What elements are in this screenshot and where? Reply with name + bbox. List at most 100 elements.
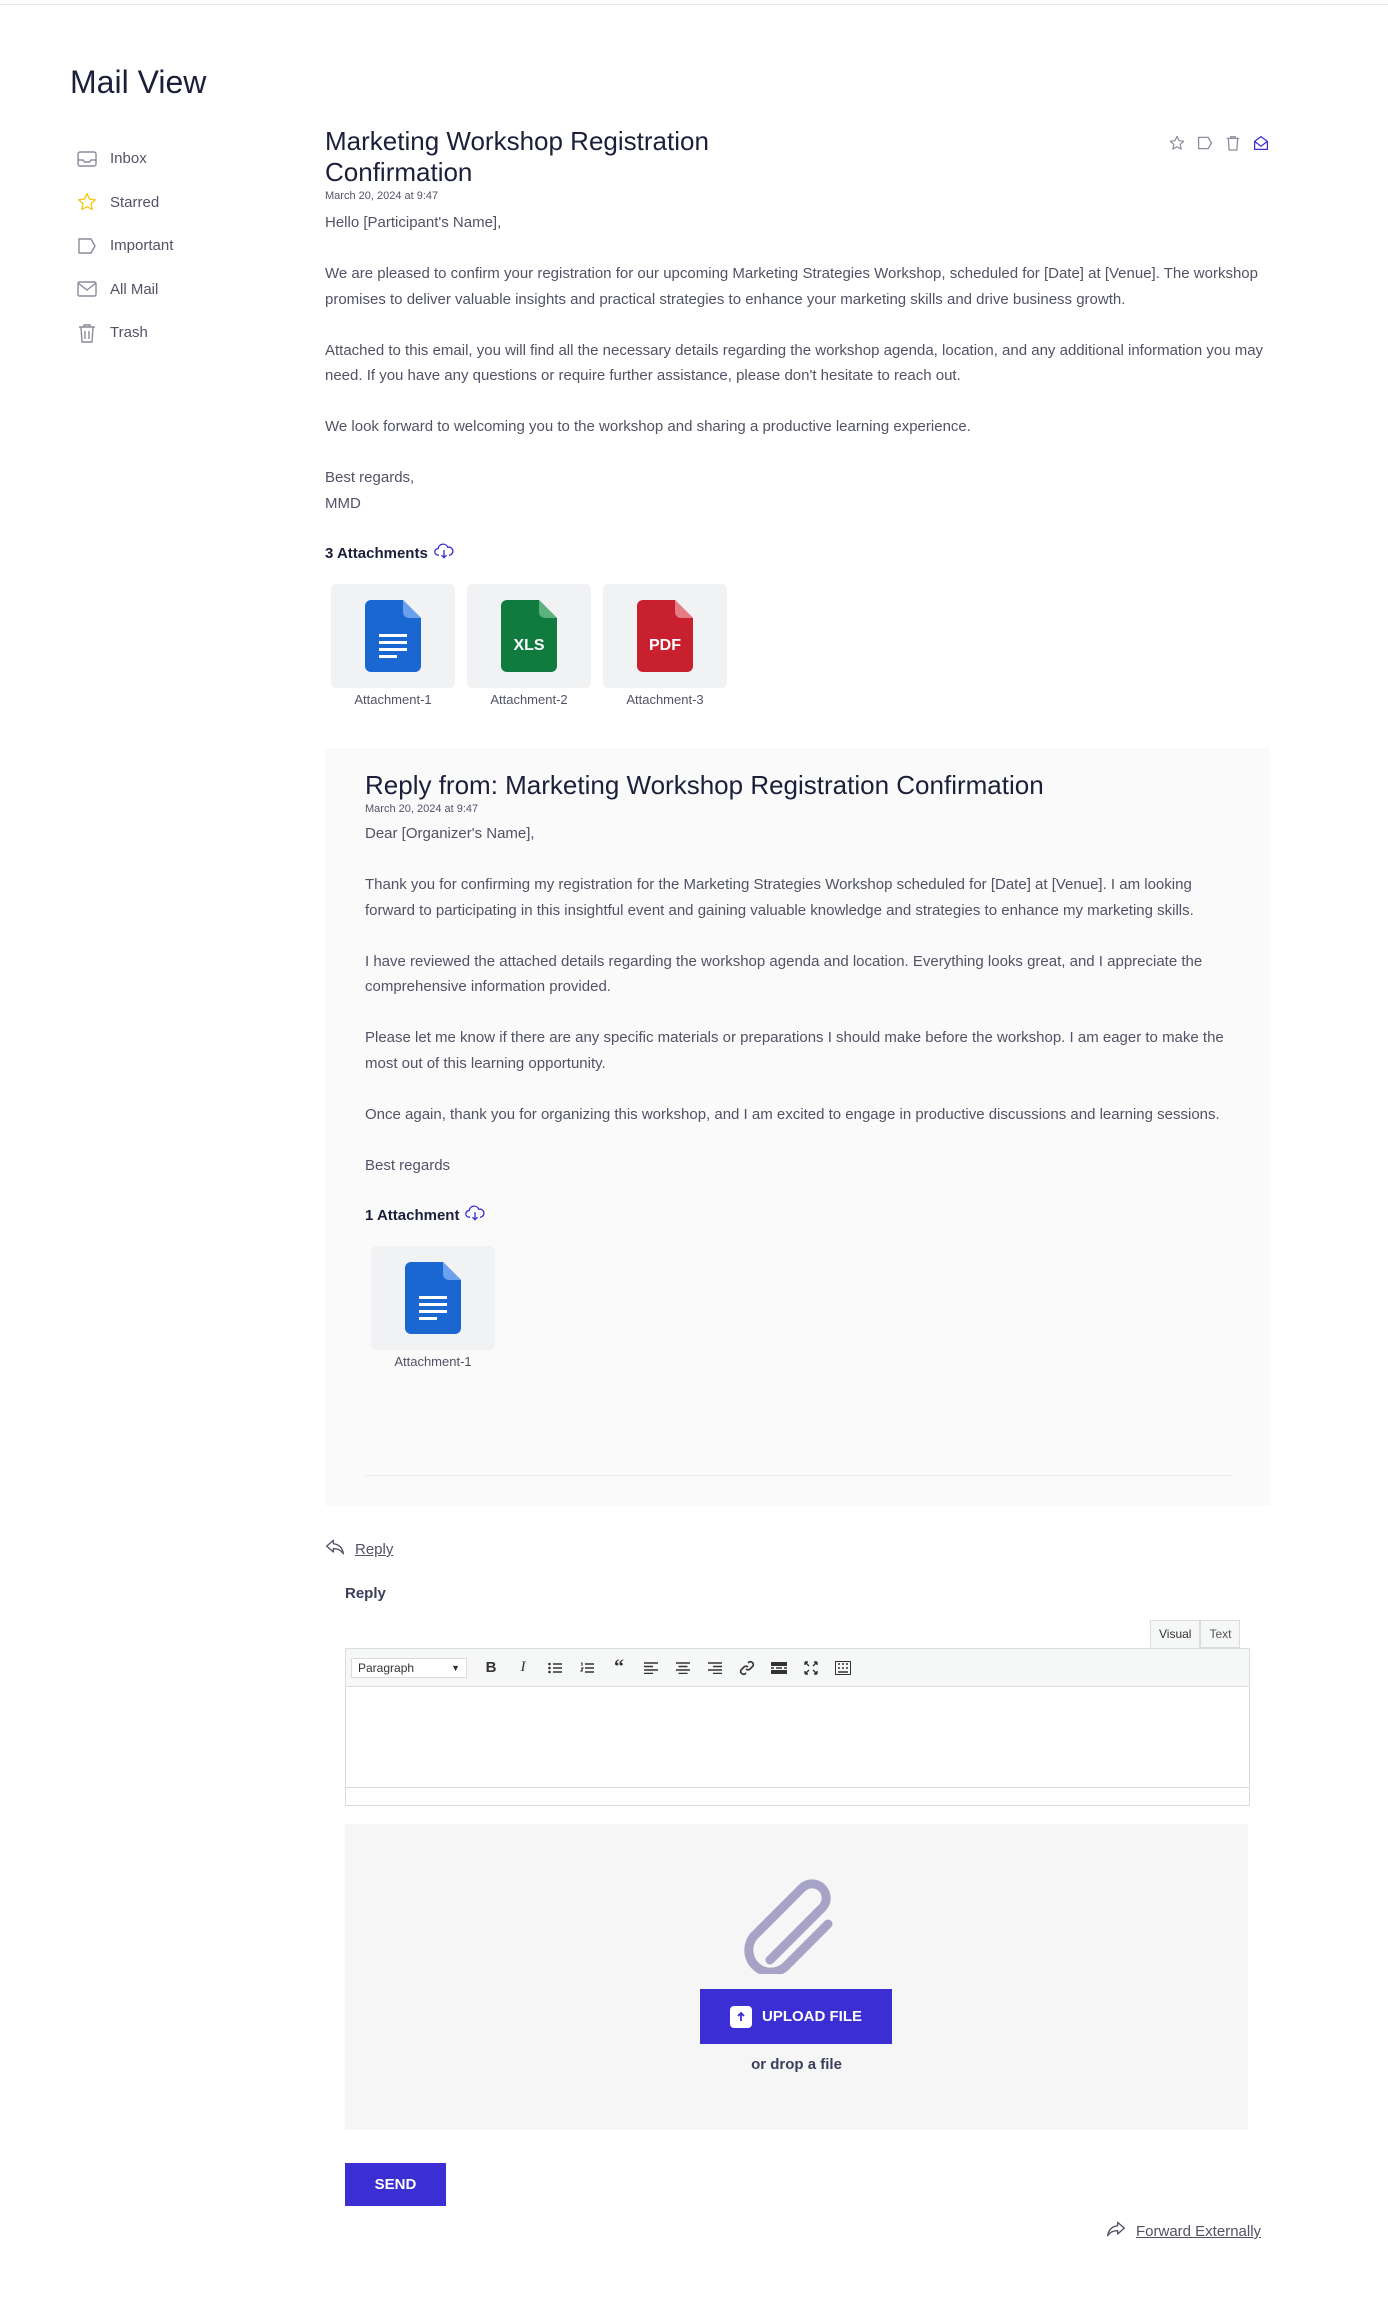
bookmark-icon bbox=[76, 235, 98, 257]
attachments-list: Attachment-1 XLS Attachment-2 PDF Attach… bbox=[331, 584, 1270, 707]
reply-paragraph: I have reviewed the attached details reg… bbox=[365, 952, 1203, 996]
numbered-list-icon[interactable] bbox=[573, 1656, 601, 1680]
link-icon[interactable] bbox=[733, 1656, 761, 1680]
reply-paragraph: Please let me know if there are any spec… bbox=[365, 1029, 1224, 1072]
upload-file-button[interactable]: UPLOAD FILE bbox=[700, 1989, 892, 2044]
reply-body: Dear [Organizer's Name], Thank you for c… bbox=[365, 821, 1245, 1178]
attachment-item[interactable]: Attachment-1 bbox=[331, 584, 455, 707]
attachment-name: Attachment-1 bbox=[394, 1354, 472, 1369]
sidebar-item-label: Starred bbox=[110, 193, 160, 211]
bold-button[interactable]: B bbox=[477, 1656, 505, 1680]
reply-icon bbox=[325, 1538, 345, 1561]
reply-divider bbox=[365, 1475, 1233, 1476]
reply-paragraph: Once again, thank you for organizing thi… bbox=[365, 1105, 1220, 1123]
doc-file-icon bbox=[331, 584, 455, 688]
sidebar-item-inbox[interactable]: Inbox bbox=[76, 137, 276, 181]
reply-attachments-list: Attachment-1 bbox=[371, 1246, 1245, 1369]
attachments-count: 1 Attachment bbox=[365, 1206, 460, 1224]
bookmark-icon[interactable] bbox=[1196, 134, 1214, 152]
attachment-item[interactable]: XLS Attachment-2 bbox=[467, 584, 591, 707]
sidebar-item-label: All Mail bbox=[110, 280, 159, 298]
read-more-icon[interactable] bbox=[765, 1656, 793, 1680]
mail-actions bbox=[1168, 134, 1270, 152]
chevron-down-icon: ▼ bbox=[451, 1662, 460, 1673]
mail-sidebar: Inbox Starred Important All Mail Trash bbox=[76, 137, 276, 355]
upload-dropzone[interactable]: UPLOAD FILE or drop a file bbox=[345, 1824, 1248, 2130]
sidebar-item-label: Important bbox=[110, 237, 174, 255]
mail-content: Marketing Workshop Registration Confirma… bbox=[325, 126, 1270, 707]
attachment-name: Attachment-3 bbox=[626, 692, 704, 707]
mail-closing: Best regards, bbox=[325, 469, 415, 486]
xls-file-icon: XLS bbox=[467, 584, 591, 688]
align-center-icon[interactable] bbox=[669, 1656, 697, 1680]
reply-editor: Paragraph ▼ B I “ bbox=[345, 1648, 1250, 1806]
download-all-icon[interactable] bbox=[465, 1204, 485, 1226]
paperclip-icon bbox=[740, 1874, 850, 1979]
attachments-header: 3 Attachments bbox=[325, 542, 1270, 564]
format-select[interactable]: Paragraph ▼ bbox=[351, 1657, 467, 1678]
doc-file-icon bbox=[371, 1246, 495, 1350]
mail-icon bbox=[76, 278, 98, 300]
star-icon[interactable] bbox=[1168, 134, 1186, 152]
mail-subject: Marketing Workshop Registration Confirma… bbox=[325, 126, 709, 187]
reply-thread: Reply from: Marketing Workshop Registrat… bbox=[325, 748, 1270, 1506]
editor-tabs: Visual Text bbox=[1150, 1620, 1241, 1648]
xls-badge: XLS bbox=[513, 637, 544, 654]
editor-textarea[interactable] bbox=[346, 1687, 1249, 1788]
upload-icon bbox=[730, 2005, 752, 2028]
mark-read-icon[interactable] bbox=[1252, 134, 1270, 152]
reply-date: March 20, 2024 at 9:47 bbox=[365, 803, 479, 815]
sidebar-item-label: Trash bbox=[110, 324, 148, 342]
bullet-list-icon[interactable] bbox=[541, 1656, 569, 1680]
sidebar-item-label: Inbox bbox=[110, 150, 147, 168]
toolbar-toggle-icon[interactable] bbox=[829, 1656, 857, 1680]
forward-externally-link[interactable]: Forward Externally bbox=[1106, 2220, 1261, 2243]
reply-section-label: Reply bbox=[345, 1585, 386, 1602]
format-select-value: Paragraph bbox=[358, 1660, 415, 1675]
forward-icon bbox=[1106, 2220, 1126, 2243]
reply-greeting: Dear [Organizer's Name], bbox=[365, 825, 535, 842]
reply-paragraph: Thank you for confirming my registration… bbox=[365, 876, 1194, 919]
blockquote-icon[interactable]: “ bbox=[605, 1656, 633, 1680]
page-title: Mail View bbox=[70, 64, 207, 100]
align-left-icon[interactable] bbox=[637, 1656, 665, 1680]
mail-greeting: Hello [Participant's Name], bbox=[325, 214, 502, 231]
align-right-icon[interactable] bbox=[701, 1656, 729, 1680]
mail-date: March 20, 2024 at 9:47 bbox=[325, 190, 439, 202]
forward-label: Forward Externally bbox=[1136, 2223, 1262, 2240]
sidebar-item-important[interactable]: Important bbox=[76, 224, 276, 268]
italic-button[interactable]: I bbox=[509, 1656, 537, 1680]
reply-link[interactable]: Reply bbox=[325, 1538, 393, 1561]
send-button[interactable]: SEND bbox=[345, 2163, 446, 2206]
trash-icon bbox=[76, 322, 98, 344]
download-all-icon[interactable] bbox=[434, 542, 454, 564]
reply-link-label: Reply bbox=[355, 1541, 394, 1558]
attachment-item[interactable]: Attachment-1 bbox=[371, 1246, 495, 1369]
trash-icon[interactable] bbox=[1224, 134, 1242, 152]
pdf-badge: PDF bbox=[649, 637, 681, 654]
sidebar-item-starred[interactable]: Starred bbox=[76, 181, 276, 225]
mail-signature: MMD bbox=[325, 494, 361, 512]
attachments-count: 3 Attachments bbox=[325, 544, 428, 562]
drop-hint: or drop a file bbox=[751, 2056, 842, 2073]
pdf-file-icon: PDF bbox=[603, 584, 727, 688]
reply-subject: Reply from: Marketing Workshop Registrat… bbox=[365, 770, 1044, 800]
mail-paragraph: We are pleased to confirm your registrat… bbox=[325, 265, 1258, 308]
tab-text[interactable]: Text bbox=[1200, 1620, 1241, 1648]
sidebar-item-trash[interactable]: Trash bbox=[76, 311, 276, 355]
inbox-icon bbox=[76, 148, 98, 170]
attachment-name: Attachment-2 bbox=[490, 692, 568, 707]
top-divider bbox=[0, 4, 1388, 5]
sidebar-item-all-mail[interactable]: All Mail bbox=[76, 268, 276, 312]
upload-button-label: UPLOAD FILE bbox=[762, 2008, 862, 2025]
attachment-name: Attachment-1 bbox=[354, 692, 432, 707]
editor-toolbar: Paragraph ▼ B I “ bbox=[346, 1649, 1249, 1687]
reply-closing: Best regards bbox=[365, 1156, 451, 1174]
mail-paragraph: We look forward to welcoming you to the … bbox=[325, 418, 971, 435]
fullscreen-icon[interactable] bbox=[797, 1656, 825, 1680]
reply-attachments-header: 1 Attachment bbox=[365, 1204, 1245, 1226]
tab-visual[interactable]: Visual bbox=[1150, 1620, 1201, 1648]
attachment-item[interactable]: PDF Attachment-3 bbox=[603, 584, 727, 707]
star-icon bbox=[76, 191, 98, 213]
mail-paragraph: Attached to this email, you will find al… bbox=[325, 341, 1264, 385]
